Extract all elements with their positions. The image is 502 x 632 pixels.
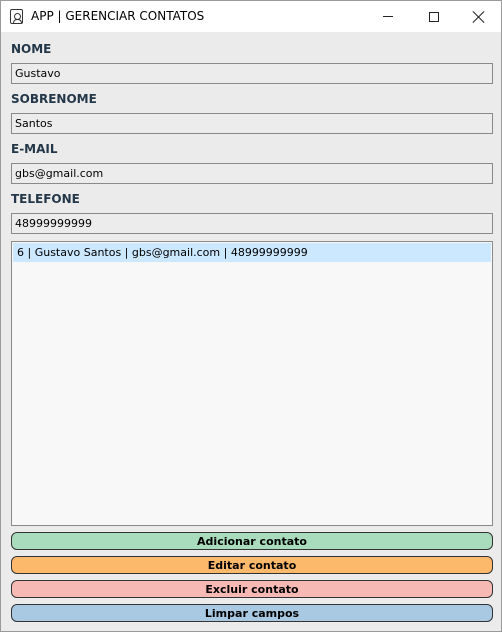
close-button[interactable] bbox=[456, 1, 502, 32]
app-window: APP | GERENCIAR CONTATOS NOME SOBRENOME … bbox=[0, 0, 502, 632]
minimize-icon bbox=[383, 16, 393, 17]
nome-label: NOME bbox=[11, 42, 52, 56]
add-contact-button[interactable]: Adicionar contato bbox=[11, 532, 493, 550]
close-icon bbox=[473, 11, 485, 23]
clear-fields-button[interactable]: Limpar campos bbox=[11, 604, 493, 622]
contact-book-icon bbox=[10, 9, 23, 24]
sobrenome-field[interactable] bbox=[11, 113, 493, 134]
email-field[interactable] bbox=[11, 163, 493, 184]
maximize-button[interactable] bbox=[411, 1, 457, 32]
title-bar[interactable]: APP | GERENCIAR CONTATOS bbox=[1, 1, 501, 32]
maximize-icon bbox=[429, 11, 439, 22]
sobrenome-label: SOBRENOME bbox=[11, 92, 97, 106]
telefone-field[interactable] bbox=[11, 213, 493, 234]
nome-field[interactable] bbox=[11, 63, 493, 84]
list-item[interactable]: 6 | Gustavo Santos | gbs@gmail.com | 489… bbox=[13, 243, 491, 262]
telefone-label: TELEFONE bbox=[11, 192, 80, 206]
minimize-button[interactable] bbox=[365, 1, 411, 32]
email-label: E-MAIL bbox=[11, 142, 58, 156]
contacts-listbox[interactable]: 6 | Gustavo Santos | gbs@gmail.com | 489… bbox=[11, 241, 493, 526]
edit-contact-button[interactable]: Editar contato bbox=[11, 556, 493, 574]
delete-contact-button[interactable]: Excluir contato bbox=[11, 580, 493, 598]
window-title: APP | GERENCIAR CONTATOS bbox=[31, 9, 205, 23]
